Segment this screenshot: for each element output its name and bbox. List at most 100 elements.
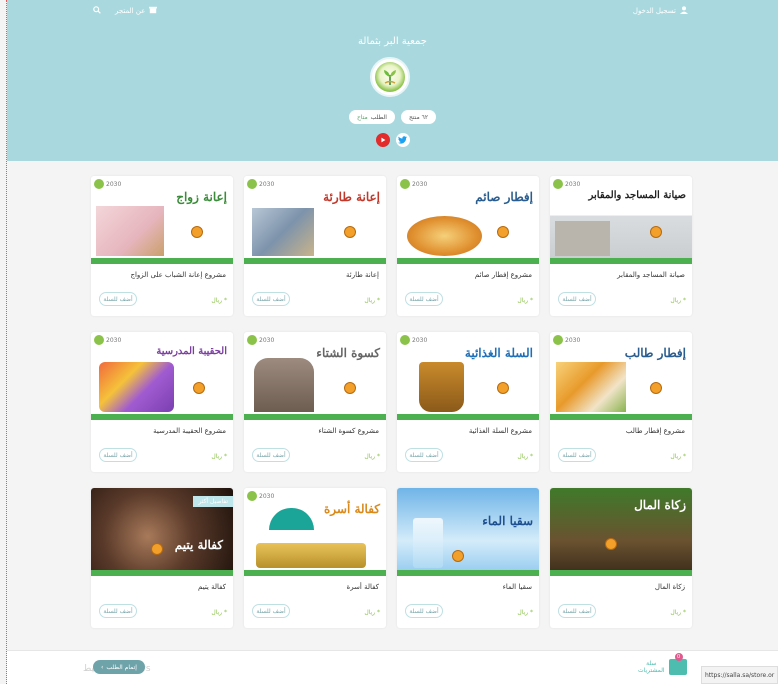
product-name[interactable]: مشروع إفطار طالب (626, 427, 685, 435)
product-image[interactable]: تفاصيل أكثر كفالة يتيم (91, 488, 233, 576)
product-art-title: زكاة المال (634, 498, 686, 512)
add-to-cart-button[interactable]: أضف للسلة (558, 448, 596, 462)
product-name[interactable]: كفالة يتيم (198, 583, 226, 591)
complete-order-button[interactable]: ‹ إتمام الطلب (93, 660, 145, 674)
add-to-cart-button[interactable]: أضف للسلة (405, 292, 443, 306)
product-name[interactable]: إعانة طارئة (346, 271, 379, 279)
product-name[interactable]: مشروع إعانة الشباب على الزواج (130, 271, 226, 279)
image-band (397, 570, 539, 576)
product-card[interactable]: 2030 كفالة أسرة كفالة أسرة * ريال أضف لل… (244, 488, 386, 628)
store-name: جمعية البر بثمالة (358, 36, 427, 47)
product-image[interactable]: 2030 صيانة المساجد والمقابر (550, 176, 692, 264)
orders-pill: متاح الطلب (348, 110, 395, 124)
product-price: * ريال (517, 609, 533, 616)
product-image[interactable]: 2030 إعانة طارئة (244, 176, 386, 264)
product-image[interactable]: 2030 إعانة زواج (91, 176, 233, 264)
top-bar: عن المتجر تسجيل الدخول (7, 0, 778, 22)
product-name[interactable]: صيانة المساجد والمقابر (617, 271, 685, 279)
coin-badge (151, 543, 163, 555)
add-to-cart-button[interactable]: أضف للسلة (99, 448, 137, 462)
complete-order-label: إتمام الطلب (106, 663, 137, 671)
orders-status: متاح (356, 113, 368, 121)
product-image[interactable]: زكاة المال (550, 488, 692, 576)
product-card[interactable]: 2030 إعانة زواج مشروع إعانة الشباب على ا… (91, 176, 233, 316)
orders-label: الطلب (370, 113, 387, 121)
cart-button[interactable]: سلة المشتريات 0 (638, 653, 687, 675)
add-to-cart-button[interactable]: أضف للسلة (558, 292, 596, 306)
image-band (550, 414, 692, 420)
image-band (550, 570, 692, 576)
product-name[interactable]: مشروع السلة الغذائية (469, 427, 532, 435)
school-bag-photo (99, 362, 174, 412)
product-image[interactable]: 2030 إفطار صائم (397, 176, 539, 264)
product-name[interactable]: سقيا الماء (503, 583, 532, 591)
product-card[interactable]: 2030 الحقيبة المدرسية مشروع الحقيبة المد… (91, 332, 233, 472)
about-store-link[interactable]: عن المتجر (115, 6, 158, 16)
add-to-cart-button[interactable]: أضف للسلة (252, 604, 290, 618)
coin-badge (605, 538, 617, 550)
products-count: ٦٢ منتج (408, 113, 429, 121)
image-band (244, 258, 386, 264)
coin-badge (191, 226, 203, 238)
product-name[interactable]: مشروع الحقيبة المدرسية (153, 427, 226, 435)
cart-label-line-1: سلة (646, 660, 657, 667)
add-to-cart-button[interactable]: أضف للسلة (252, 292, 290, 306)
product-image[interactable]: 2030 الحقيبة المدرسية (91, 332, 233, 420)
coin-badge (650, 382, 662, 394)
product-art-title: إعانة طارئة (323, 190, 380, 204)
image-band (550, 258, 692, 264)
product-card[interactable]: زكاة المال زكاة المال * ريال أضف للسلة (550, 488, 692, 628)
image-band (244, 414, 386, 420)
vision-2030-logo: 2030 (400, 179, 427, 189)
product-name[interactable]: مشروع كسوة الشتاء (318, 427, 379, 435)
winter-clothes-photo (254, 358, 314, 412)
store-icon (149, 6, 158, 16)
twitter-icon[interactable] (395, 133, 410, 147)
add-to-cart-button[interactable]: أضف للسلة (405, 448, 443, 462)
social-links (7, 133, 778, 147)
product-card[interactable]: 2030 كسوة الشتاء مشروع كسوة الشتاء * ريا… (244, 332, 386, 472)
product-price: * ريال (517, 453, 533, 460)
product-art-title: السلة الغذائية (464, 346, 533, 360)
cart-icon: 0 (668, 653, 687, 675)
product-name[interactable]: كفالة أسرة (347, 583, 379, 591)
product-art-title: كسوة الشتاء (316, 346, 380, 360)
product-image[interactable]: 2030 السلة الغذائية (397, 332, 539, 420)
about-label: عن المتجر (115, 7, 146, 15)
product-image[interactable]: 2030 إفطار طالب (550, 332, 692, 420)
product-price: * ريال (517, 297, 533, 304)
login-link[interactable]: تسجيل الدخول (633, 6, 688, 16)
product-card[interactable]: سقيا الماء سقيا الماء * ريال أضف للسلة (397, 488, 539, 628)
add-to-cart-button[interactable]: أضف للسلة (405, 604, 443, 618)
rice-dish-photo (407, 216, 482, 256)
add-to-cart-button[interactable]: أضف للسلة (99, 292, 137, 306)
add-to-cart-button[interactable]: أضف للسلة (558, 604, 596, 618)
product-card[interactable]: 2030 السلة الغذائية مشروع السلة الغذائية… (397, 332, 539, 472)
add-to-cart-button[interactable]: أضف للسلة (99, 604, 137, 618)
add-to-cart-button[interactable]: أضف للسلة (252, 448, 290, 462)
more-details-tag[interactable]: تفاصيل أكثر (193, 496, 233, 507)
product-image[interactable]: سقيا الماء (397, 488, 539, 576)
product-price: * ريال (211, 609, 227, 616)
product-card[interactable]: تفاصيل أكثر كفالة يتيم كفالة يتيم * ريال… (91, 488, 233, 628)
logo-emblem (375, 62, 405, 92)
money-photo (252, 208, 314, 256)
product-card[interactable]: 2030 إفطار صائم مشروع إفطار صائم * ريال … (397, 176, 539, 316)
product-name[interactable]: مشروع إفطار صائم (475, 271, 532, 279)
product-art-title: سقيا الماء (482, 514, 533, 528)
product-price: * ريال (670, 609, 686, 616)
food-basket-photo (419, 362, 464, 412)
product-name[interactable]: زكاة المال (655, 583, 685, 591)
youtube-icon[interactable] (375, 133, 390, 147)
search-icon[interactable] (93, 6, 101, 16)
product-image[interactable]: 2030 كسوة الشتاء (244, 332, 386, 420)
coin-badge (193, 382, 205, 394)
cart-label-line-2: المشتريات (638, 667, 665, 674)
water-glass-photo (413, 518, 443, 568)
vision-2030-logo: 2030 (247, 179, 274, 189)
product-image[interactable]: 2030 كفالة أسرة (244, 488, 386, 576)
product-card[interactable]: 2030 إعانة طارئة إعانة طارئة * ريال أضف … (244, 176, 386, 316)
vision-2030-logo: 2030 (247, 491, 274, 501)
product-card[interactable]: 2030 صيانة المساجد والمقابر صيانة المساج… (550, 176, 692, 316)
product-card[interactable]: 2030 إفطار طالب مشروع إفطار طالب * ريال … (550, 332, 692, 472)
